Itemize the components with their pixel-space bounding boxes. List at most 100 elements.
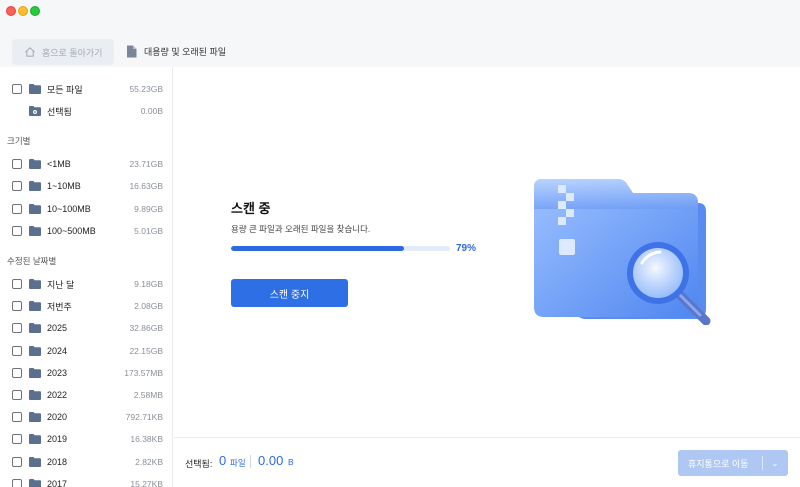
sidebar-item-size-100-500mb[interactable]: 100~500MB 5.01GB (0, 220, 172, 242)
minimize-window-button[interactable] (18, 6, 28, 16)
scan-description: 용량 큰 파일과 오래된 파일을 찾습니다. (231, 224, 371, 234)
sidebar-item-date-2022[interactable]: 2022 2.58MB (0, 384, 172, 406)
sidebar-item-size: 55.23GB (129, 84, 163, 94)
gear-folder-icon (29, 106, 41, 116)
sidebar-item-label: 1~10MB (47, 181, 81, 191)
home-icon (25, 47, 35, 57)
sidebar-item-size: 16.38KB (130, 434, 163, 444)
sidebar-item-size: 5.01GB (134, 226, 163, 236)
sidebar-item-size: 2.58MB (133, 390, 163, 400)
sidebar-item-date-2024[interactable]: 2024 22.15GB (0, 340, 172, 362)
selected-label: 선택됨: (185, 459, 213, 469)
sidebar-item-size: 15.27KB (130, 479, 163, 487)
checkbox[interactable] (12, 279, 22, 289)
selected-size: 0.00 (258, 453, 284, 468)
sidebar-item-date-2025[interactable]: 2025 32.86GB (0, 317, 172, 339)
scan-progress-percent: 79% (456, 243, 477, 254)
sidebar-item-size: 2.82KB (135, 457, 163, 467)
sidebar-item-label: 2023 (47, 368, 68, 378)
sidebar-item-size: 23.71GB (129, 159, 163, 169)
zoom-window-button[interactable] (30, 6, 40, 16)
checkbox[interactable] (12, 434, 22, 444)
checkbox[interactable] (12, 479, 22, 487)
sidebar-item-date-2019[interactable]: 2019 16.38KB (0, 428, 172, 450)
sidebar: 모든 파일 55.23GB 선택됨 0.00B 크기별 <1MB 23.71GB… (0, 67, 173, 487)
sidebar-item-size-lt1mb[interactable]: <1MB 23.71GB (0, 153, 172, 175)
sidebar-item-size-10-100mb[interactable]: 10~100MB 9.89GB (0, 198, 172, 220)
sidebar-item-label: <1MB (47, 159, 71, 169)
sidebar-item-size: 2.08GB (134, 301, 163, 311)
stop-scan-button[interactable]: 스캔 중지 (231, 279, 348, 307)
chevron-down-icon[interactable]: ⌄ (763, 459, 787, 468)
sidebar-item-date-2017[interactable]: 2017 15.27KB (0, 473, 172, 487)
move-to-trash-label: 휴지통으로 이동 (688, 458, 749, 469)
checkbox[interactable] (12, 457, 22, 467)
checkbox[interactable] (12, 323, 22, 333)
document-icon (127, 45, 137, 57)
home-button-label: 홈으로 돌아가기 (42, 47, 103, 58)
checkbox[interactable] (12, 159, 22, 169)
sidebar-item-all-files[interactable]: 모든 파일 55.23GB (0, 78, 172, 100)
section-title-date: 수정된 날짜별 (7, 256, 57, 266)
scan-progress-bar (231, 246, 450, 251)
sidebar-item-date-last-month[interactable]: 지난 달 9.18GB (0, 273, 172, 295)
sidebar-item-label: 2017 (47, 479, 68, 487)
folder-magnifier-icon (534, 179, 711, 325)
scan-progress-fill (231, 246, 404, 251)
sidebar-item-label: 10~100MB (47, 204, 91, 214)
sidebar-item-size-1-10mb[interactable]: 1~10MB 16.63GB (0, 175, 172, 197)
selected-count: 0 (219, 453, 227, 468)
folder-icon (29, 279, 41, 289)
divider (250, 455, 251, 468)
sidebar-item-label: 2018 (47, 457, 68, 467)
breadcrumb: 대용량 및 오래된 파일 (126, 41, 226, 61)
sidebar-item-size: 16.63GB (129, 181, 163, 191)
sidebar-item-size: 792.71KB (125, 412, 163, 422)
sidebar-item-date-2020[interactable]: 2020 792.71KB (0, 406, 172, 428)
sidebar-item-label: 저번주 (47, 301, 72, 312)
sidebar-item-size: 9.18GB (134, 279, 163, 289)
selected-count-unit: 파일 (230, 458, 246, 468)
toolbar: 홈으로 돌아가기 대용량 및 오래된 파일 (0, 22, 800, 67)
folder-icon (29, 301, 41, 311)
checkbox[interactable] (12, 412, 22, 422)
checkbox[interactable] (12, 226, 22, 236)
sidebar-item-date-2023[interactable]: 2023 173.57MB (0, 362, 172, 384)
sidebar-item-label: 2019 (47, 434, 68, 444)
sidebar-item-label: 2020 (47, 412, 68, 422)
sidebar-item-size: 32.86GB (129, 323, 163, 333)
selected-size-unit: B (288, 457, 294, 467)
scan-panel: 스캔 중 용량 큰 파일과 오래된 파일을 찾습니다. 79% 스캔 중지 (174, 67, 800, 437)
sidebar-item-size: 173.57MB (124, 368, 163, 378)
folder-icon (29, 368, 41, 378)
checkbox[interactable] (12, 390, 22, 400)
checkbox[interactable] (12, 346, 22, 356)
checkbox[interactable] (12, 301, 22, 311)
close-window-button[interactable] (6, 6, 16, 16)
folder-icon (29, 226, 41, 236)
folder-icon (29, 323, 41, 333)
sidebar-item-selected[interactable]: 선택됨 0.00B (0, 100, 172, 122)
checkbox[interactable] (12, 181, 22, 191)
sidebar-item-size: 0.00B (140, 106, 163, 116)
move-to-trash-button[interactable]: 휴지통으로 이동 ⌄ (678, 450, 788, 476)
checkbox[interactable] (12, 84, 22, 94)
sidebar-item-size: 9.89GB (134, 204, 163, 214)
title-bar (0, 0, 800, 22)
footer-bar: 선택됨: 0 파일 0.00 B 휴지통으로 이동 ⌄ (174, 437, 800, 487)
folder-icon (29, 434, 41, 444)
sidebar-item-date-last-week[interactable]: 저번주 2.08GB (0, 295, 172, 317)
checkbox[interactable] (12, 204, 22, 214)
sidebar-item-size: 22.15GB (129, 346, 163, 356)
folder-icon (29, 159, 41, 169)
sidebar-item-label: 2024 (47, 346, 68, 356)
breadcrumb-label: 대용량 및 오래된 파일 (144, 46, 227, 57)
folder-icon (29, 412, 41, 422)
sidebar-item-label: 모든 파일 (47, 84, 83, 95)
sidebar-item-label: 지난 달 (47, 279, 75, 290)
home-button[interactable]: 홈으로 돌아가기 (12, 39, 114, 65)
folder-icon (29, 346, 41, 356)
folder-icon (29, 479, 41, 487)
sidebar-item-date-2018[interactable]: 2018 2.82KB (0, 451, 172, 473)
checkbox[interactable] (12, 368, 22, 378)
